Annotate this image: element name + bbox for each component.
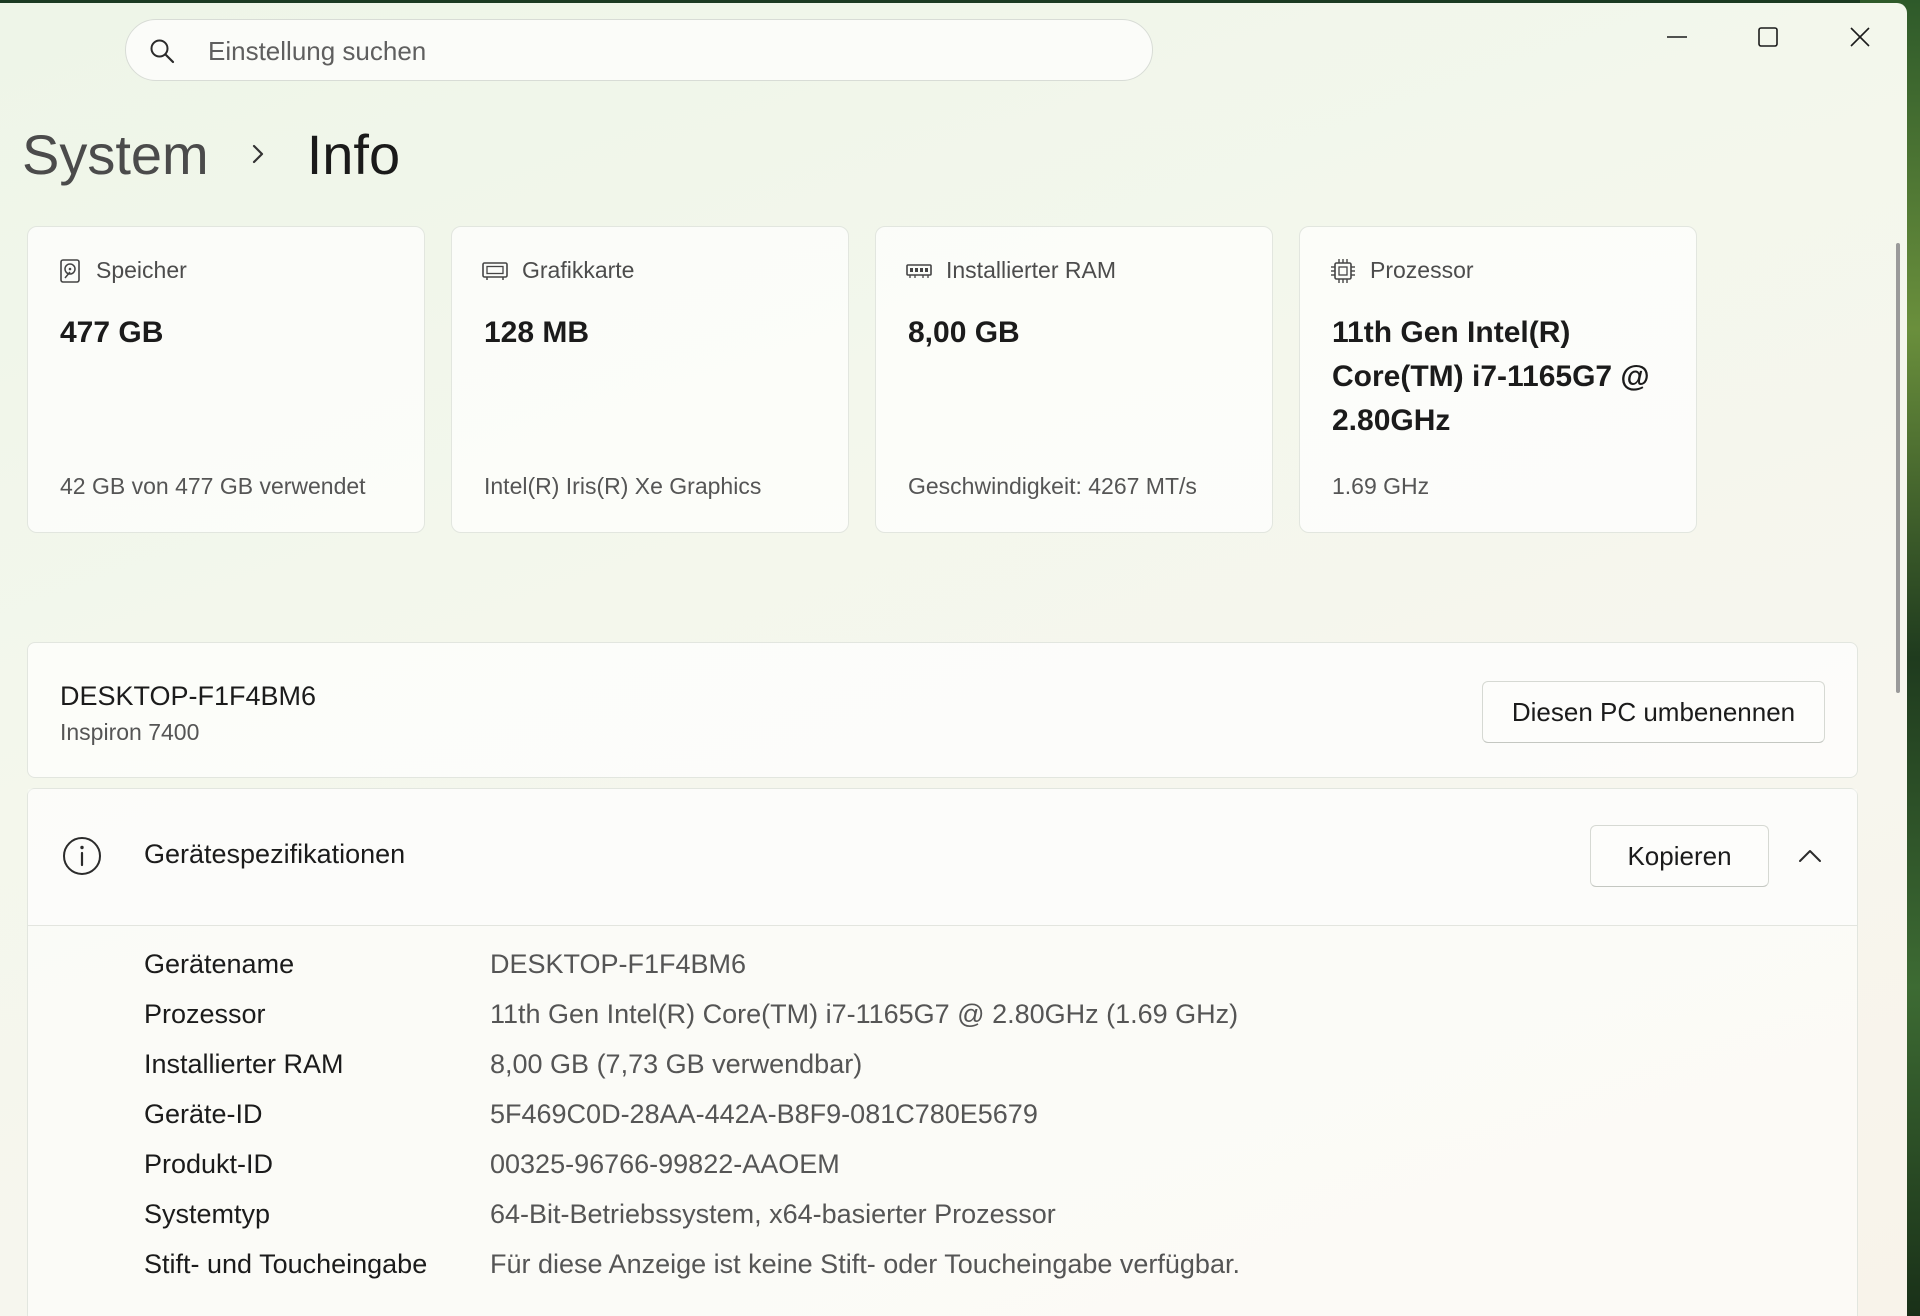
device-specifications-header[interactable]: Gerätespezifikationen Kopieren [28, 789, 1857, 926]
info-icon [63, 837, 101, 875]
page-title: Info [306, 122, 401, 186]
card-value: 477 GB [60, 316, 164, 349]
card-value: 8,00 GB [908, 316, 1020, 349]
device-specifications-panel: Gerätespezifikationen Kopieren Gerätenam… [27, 788, 1858, 1316]
spec-row-pen-touch: Stift- und Toucheingabe Für diese Anzeig… [144, 1244, 1240, 1284]
spec-row-processor: Prozessor 11th Gen Intel(R) Core(TM) i7-… [144, 994, 1238, 1034]
maximize-button[interactable] [1738, 17, 1798, 57]
card-subtitle: 1.69 GHz [1332, 473, 1430, 499]
breadcrumb: System Info [22, 118, 400, 190]
card-subtitle: Intel(R) Iris(R) Xe Graphics [484, 473, 762, 499]
scrollbar-thumb[interactable] [1896, 243, 1900, 693]
spec-value: 8,00 GB (7,73 GB verwendbar) [490, 1048, 863, 1079]
copy-button[interactable]: Kopieren [1590, 825, 1769, 887]
processor-icon [1331, 258, 1355, 283]
spec-row-system-type: Systemtyp 64-Bit-Betriebssystem, x64-bas… [144, 1194, 1056, 1234]
spec-row-ram: Installierter RAM 8,00 GB (7,73 GB verwe… [144, 1044, 862, 1084]
card-processor[interactable]: Prozessor 11th Gen Intel(R) Core(TM) i7-… [1299, 226, 1697, 533]
minimize-icon [1667, 36, 1687, 38]
card-title: Grafikkarte [522, 257, 635, 283]
spec-label: Prozessor [144, 998, 266, 1029]
card-graphics[interactable]: Grafikkarte 128 MB Intel(R) Iris(R) Xe G… [451, 226, 849, 533]
maximize-icon [1758, 27, 1778, 47]
card-header: Speicher [58, 257, 187, 284]
spec-row-device-name: Gerätename DESKTOP-F1F4BM6 [144, 944, 746, 984]
card-header: Prozessor [1330, 257, 1474, 284]
spec-value: DESKTOP-F1F4BM6 [490, 948, 747, 979]
card-header: Grafikkarte [482, 257, 634, 284]
chevron-right-icon [252, 144, 263, 164]
spec-label: Gerätename [144, 948, 295, 979]
rename-pc-button[interactable]: Diesen PC umbenennen [1482, 681, 1825, 743]
chevron-up-icon[interactable] [1796, 845, 1824, 867]
ram-icon [906, 263, 932, 278]
search-box[interactable] [125, 19, 1153, 82]
spec-row-device-id: Geräte-ID 5F469C0D-28AA-442A-B8F9-081C78… [144, 1094, 1038, 1134]
spec-value: 5F469C0D-28AA-442A-B8F9-081C780E5679 [490, 1098, 1038, 1129]
pc-name: DESKTOP-F1F4BM6 [60, 681, 317, 711]
card-title: Prozessor [1370, 257, 1474, 283]
spec-label: Stift- und Toucheingabe [144, 1248, 428, 1279]
card-subtitle: Geschwindigkeit: 4267 MT/s [908, 473, 1197, 499]
pc-name-panel: DESKTOP-F1F4BM6 Inspiron 7400 Diesen PC … [27, 642, 1858, 778]
card-title: Installierter RAM [946, 257, 1116, 283]
minimize-button[interactable] [1647, 17, 1707, 57]
card-title: Speicher [96, 257, 187, 283]
spec-value: 00325-96766-99822-AAOEM [490, 1148, 840, 1179]
spec-value: Für diese Anzeige ist keine Stift- oder … [490, 1248, 1240, 1279]
search-icon [150, 39, 175, 64]
card-subtitle: 42 GB von 477 GB verwendet [60, 473, 366, 499]
card-ram[interactable]: Installierter RAM 8,00 GB Geschwindigkei… [875, 226, 1273, 533]
spec-value: 11th Gen Intel(R) Core(TM) i7-1165G7 @ 2… [490, 998, 1239, 1029]
graphics-card-icon [482, 261, 508, 280]
close-icon [1850, 27, 1870, 47]
card-storage[interactable]: Speicher 477 GB 42 GB von 477 GB verwend… [27, 226, 425, 533]
search-input[interactable] [206, 20, 1110, 82]
card-header: Installierter RAM [906, 257, 1116, 284]
pc-model: Inspiron 7400 [60, 719, 200, 745]
spec-label: Installierter RAM [144, 1048, 344, 1079]
card-value: 128 MB [484, 316, 590, 349]
close-button[interactable] [1830, 17, 1890, 57]
device-specifications-title: Gerätespezifikationen [144, 839, 406, 869]
settings-window: System Info Speicher 477 GB 42 GB von 47… [0, 3, 1907, 1316]
card-value: 11th Gen Intel(R) Core(TM) i7-1165G7 @ 2… [1332, 316, 1650, 437]
spec-row-product-id: Produkt-ID 00325-96766-99822-AAOEM [144, 1144, 840, 1184]
storage-icon [60, 258, 80, 283]
spec-label: Geräte-ID [144, 1098, 263, 1129]
spec-label: Produkt-ID [144, 1148, 274, 1179]
spec-value: 64-Bit-Betriebssystem, x64-basierter Pro… [490, 1198, 1056, 1229]
breadcrumb-system-link[interactable]: System [22, 122, 209, 187]
spec-label: Systemtyp [144, 1198, 271, 1229]
